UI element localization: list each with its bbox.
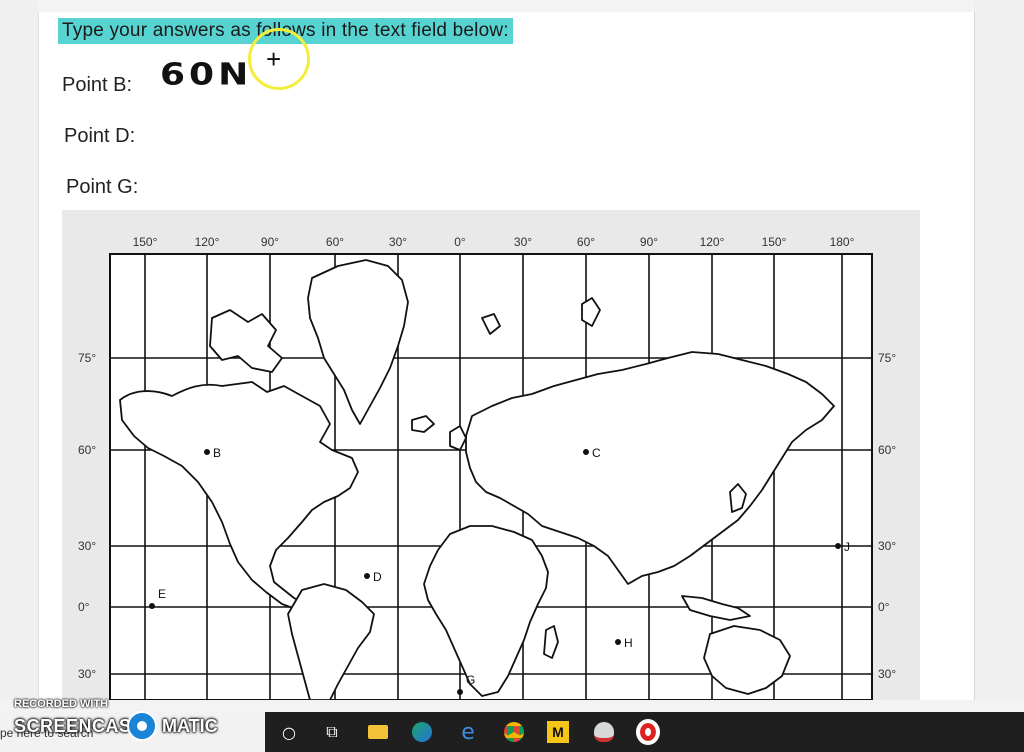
right-gutter <box>974 0 1024 700</box>
longitude-label: 30° <box>514 235 532 249</box>
latitude-label-left: 75° <box>78 351 96 365</box>
latitude-label-right: 75° <box>878 351 896 365</box>
latitude-label-right: 30° <box>878 539 896 553</box>
longitude-label: 120° <box>195 235 220 249</box>
longitude-label: 150° <box>133 235 158 249</box>
task-view-icon[interactable]: ⧉ <box>320 720 344 744</box>
screencast-label: SCREENCAST <box>14 716 144 736</box>
map-point-d <box>364 573 370 579</box>
longitude-label: 90° <box>640 235 658 249</box>
record-icon[interactable] <box>636 719 660 745</box>
map-point-label-j: J <box>844 540 850 554</box>
edge-icon[interactable] <box>410 720 434 744</box>
longitude-label: 150° <box>762 235 787 249</box>
recorded-with-label: RECORDED WITH <box>14 698 109 710</box>
ie-icon[interactable]: e <box>456 720 480 745</box>
map-point-label-c: C <box>592 446 601 460</box>
longitude-label: 120° <box>700 235 725 249</box>
chrome-icon[interactable] <box>502 720 526 744</box>
point-g-label: Point G: <box>66 176 139 198</box>
map-svg: 150° 120° 90° 60° 30° 0° 30° 60° 90° 120° 150° 180°… <box>78 235 896 700</box>
longitude-label: 180° <box>830 235 855 249</box>
longitude-label: 60° <box>577 235 595 249</box>
map-point-b <box>204 449 210 455</box>
longitude-label: 90° <box>261 235 279 249</box>
latitude-label-left: 0° <box>78 600 90 614</box>
map-point-label-h: H <box>624 636 633 650</box>
map-point-c <box>583 449 589 455</box>
map-point-label-d: D <box>373 570 382 584</box>
longitude-label: 60° <box>326 235 344 249</box>
screencast-logo-icon <box>127 711 157 741</box>
file-explorer-icon[interactable] <box>366 720 390 744</box>
latitude-label-right: 0° <box>878 600 890 614</box>
map-point-j <box>835 543 841 549</box>
m-app-icon[interactable]: M <box>546 720 570 744</box>
left-gutter <box>0 0 38 700</box>
crosshair-cursor-icon: + <box>266 44 282 74</box>
point-d-label: Point D: <box>64 125 136 147</box>
world-map: 150° 120° 90° 60° 30° 0° 30° 60° 90° 120° 150° 180°… <box>62 210 920 700</box>
latitude-label-left: 60° <box>78 443 96 457</box>
latitude-label-right: 30° <box>878 667 896 681</box>
latitude-label-left: 30° <box>78 667 96 681</box>
map-point-h <box>615 639 621 645</box>
paint-icon[interactable] <box>592 720 616 744</box>
map-point-e <box>149 603 155 609</box>
longitude-label: 30° <box>389 235 407 249</box>
map-point-g <box>457 689 463 695</box>
map-point-label-b: B <box>213 446 221 460</box>
map-point-label-g: G <box>466 673 475 687</box>
point-b-answer[interactable]: 60N <box>160 57 252 92</box>
latitude-label-left: 30° <box>78 539 96 553</box>
longitude-label: 0° <box>454 235 466 249</box>
point-b-label: Point B: <box>62 74 133 96</box>
map-point-label-e: E <box>158 587 166 601</box>
latitude-label-right: 60° <box>878 443 896 457</box>
cortana-icon[interactable]: ○ <box>277 720 301 744</box>
matic-label: MATIC <box>162 716 218 736</box>
